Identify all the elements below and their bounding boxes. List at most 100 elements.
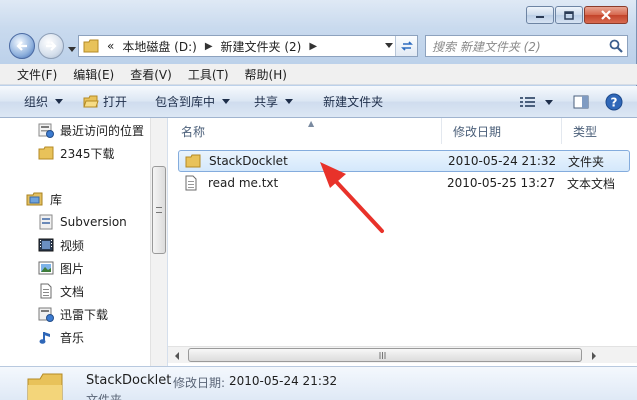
new-folder-label: 新建文件夹 [323, 95, 384, 109]
folder-icon [185, 154, 201, 171]
close-icon [601, 10, 611, 20]
maximize-button[interactable] [555, 6, 583, 24]
chevron-down-icon [68, 47, 76, 52]
sidebar-item-documents[interactable]: 文档 [38, 280, 84, 302]
sidebar-item-videos[interactable]: 视频 [38, 234, 84, 256]
recent-pages-dropdown[interactable] [68, 42, 76, 56]
caret-down-icon [545, 99, 553, 105]
refresh-icon [400, 41, 413, 51]
sidebar-item-label: 音乐 [60, 330, 85, 345]
search-input[interactable]: 搜索 新建文件夹 (2) [425, 35, 628, 57]
menu-help[interactable]: 帮助(H) [240, 66, 292, 83]
download-icon [38, 307, 54, 322]
window-controls [526, 6, 628, 24]
folder-icon [38, 146, 54, 160]
column-header-date[interactable]: 修改日期 [442, 118, 562, 144]
address-dropdown[interactable] [385, 36, 393, 56]
folder-icon [83, 39, 99, 53]
breadcrumb-folder[interactable]: 新建文件夹 (2) [217, 36, 306, 56]
sidebar-item-label: 迅雷下载 [60, 307, 109, 322]
refresh-button[interactable] [395, 36, 417, 56]
help-button[interactable]: ? [599, 93, 637, 111]
change-view-button[interactable] [514, 96, 542, 108]
scroll-grip [156, 207, 162, 213]
column-type-label: 类型 [573, 124, 598, 139]
folder-large-icon [27, 373, 63, 400]
svg-text:?: ? [611, 96, 618, 110]
caret-down-icon [222, 99, 231, 104]
sidebar-item-music[interactable]: 音乐 [38, 326, 84, 348]
sidebar-item-recent-places[interactable]: 最近访问的位置 [38, 119, 144, 141]
column-header-name[interactable]: 名称 [170, 118, 442, 144]
help-icon: ? [605, 93, 623, 111]
minimize-icon [536, 16, 544, 18]
back-arrow-icon [16, 41, 27, 51]
address-overflow[interactable]: « [103, 36, 118, 56]
sidebar-item-label: 库 [50, 192, 63, 207]
navigation-pane: 最近访问的位置 2345下载 库 Subversion 视频 图片 文档 迅雷下… [0, 118, 168, 366]
video-icon [38, 238, 54, 252]
details-date-value: 2010-05-24 21:32 [229, 374, 338, 388]
document-icon [40, 283, 52, 299]
details-view-icon [520, 97, 535, 107]
sidebar-item-pictures[interactable]: 图片 [38, 257, 84, 279]
column-name-label: 名称 [181, 124, 206, 139]
file-list-horizontal-scrollbar[interactable] [168, 346, 637, 363]
subversion-icon [39, 214, 53, 230]
horizontal-scroll-thumb[interactable] [188, 348, 582, 362]
breadcrumb-separator-icon[interactable]: ▶ [305, 41, 321, 52]
sidebar-item-libraries[interactable]: 库 [26, 188, 62, 210]
organize-button[interactable]: 组织 [0, 93, 73, 110]
open-button[interactable]: 打开 [73, 93, 137, 110]
include-in-library-label: 包含到库中 [155, 95, 216, 109]
menu-view[interactable]: 查看(V) [125, 66, 177, 83]
forward-arrow-icon [46, 41, 57, 51]
address-folder-icon-wrap [79, 36, 103, 56]
text-file-icon [184, 175, 198, 194]
file-date: 2010-05-25 13:27 [447, 176, 556, 190]
navigation-scroll-thumb[interactable] [152, 166, 166, 254]
menu-edit[interactable]: 编辑(E) [68, 66, 119, 83]
caret-down-icon [55, 99, 64, 104]
search-icon[interactable] [609, 39, 632, 56]
organize-label: 组织 [24, 95, 49, 109]
open-folder-icon [83, 95, 99, 107]
view-dropdown[interactable] [542, 99, 563, 105]
table-row[interactable]: read me.txt 2010-05-25 13:27 文本文档 [178, 172, 630, 194]
table-row[interactable]: StackDocklet 2010-05-24 21:32 文件夹 [178, 150, 630, 172]
breadcrumb-separator-icon[interactable]: ▶ [201, 41, 217, 52]
open-label: 打开 [103, 95, 128, 109]
column-header-type[interactable]: 类型 [562, 118, 637, 144]
breadcrumb-drive[interactable]: 本地磁盘 (D:) [118, 36, 200, 56]
music-icon [39, 332, 50, 344]
new-folder-button[interactable]: 新建文件夹 [303, 93, 393, 110]
back-button[interactable] [9, 33, 35, 59]
preview-pane-button[interactable] [563, 95, 599, 109]
scroll-left-icon[interactable] [173, 350, 181, 364]
picture-icon [38, 261, 54, 275]
share-button[interactable]: 共享 [240, 93, 303, 110]
sidebar-item-label: Subversion [60, 215, 127, 229]
details-file-type: 文件夹 [86, 393, 123, 400]
forward-button[interactable] [38, 33, 64, 59]
close-button[interactable] [584, 6, 628, 24]
sidebar-item-label: 文档 [60, 284, 85, 299]
view-controls: ? [514, 86, 637, 118]
menu-file[interactable]: 文件(F) [12, 66, 62, 83]
recent-places-icon [38, 123, 54, 138]
scroll-right-icon[interactable] [590, 350, 598, 364]
sidebar-item-thunder-downloads[interactable]: 迅雷下载 [38, 303, 108, 325]
sidebar-item-subversion[interactable]: Subversion [38, 211, 127, 233]
menu-tools[interactable]: 工具(T) [183, 66, 234, 83]
preview-pane-icon [573, 95, 589, 109]
minimize-button[interactable] [526, 6, 554, 24]
sidebar-item-2345-downloads[interactable]: 2345下载 [38, 142, 115, 164]
include-in-library-button[interactable]: 包含到库中 [137, 93, 240, 110]
navigation-scrollbar[interactable] [150, 118, 167, 366]
file-name: StackDocklet [209, 154, 288, 168]
address-bar[interactable]: « 本地磁盘 (D:) ▶ 新建文件夹 (2) ▶ [78, 35, 418, 57]
sidebar-item-label: 2345下载 [60, 146, 115, 161]
file-name: read me.txt [208, 176, 279, 190]
share-label: 共享 [254, 95, 279, 109]
details-pane: StackDocklet 修改日期: 2010-05-24 21:32 文件夹 [0, 366, 637, 400]
